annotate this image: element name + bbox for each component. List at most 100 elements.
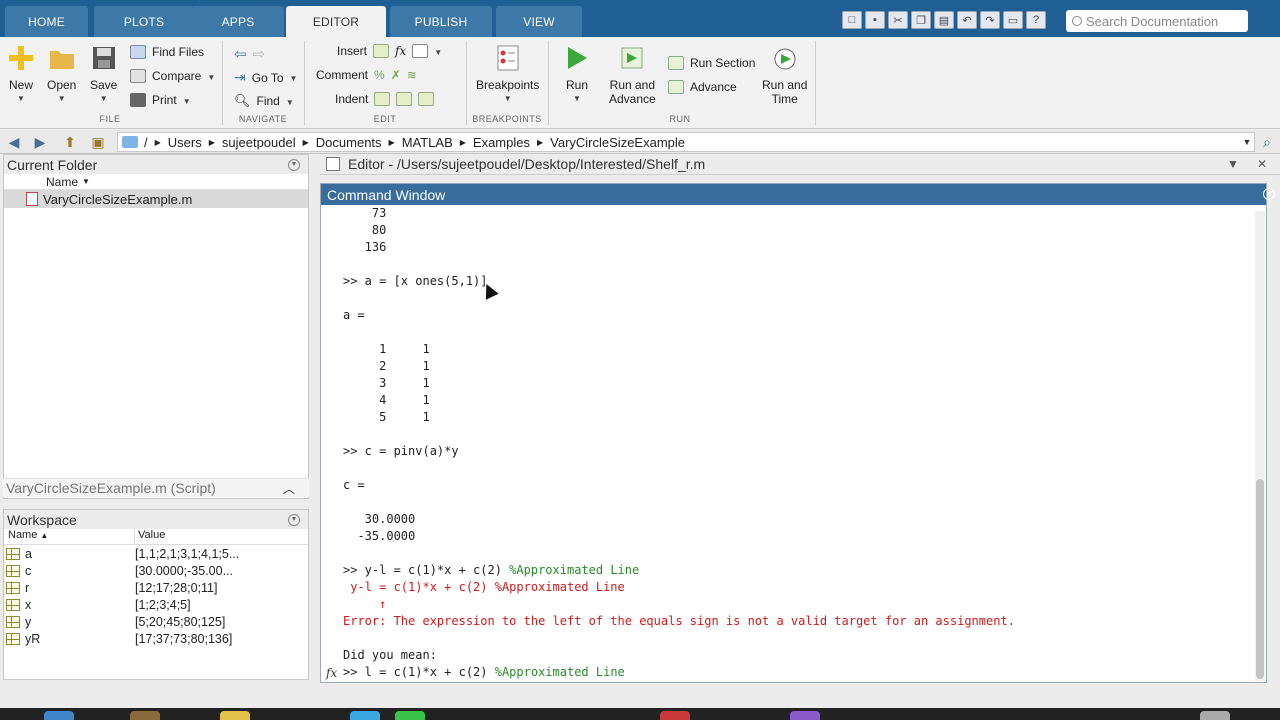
- path-segment-examples[interactable]: Examples: [473, 135, 530, 150]
- breakpoints-button[interactable]: Breakpoints ▼: [476, 45, 539, 103]
- new-button[interactable]: New ▼: [8, 45, 34, 103]
- workspace-name-column[interactable]: Name ▲: [4, 529, 135, 544]
- comment-button[interactable]: Comment % ✗ ≋: [316, 68, 417, 82]
- ribbon-divider: [548, 41, 549, 125]
- insert-button[interactable]: Insert fx ▼: [337, 44, 442, 58]
- path-segment-current[interactable]: VaryCircleSizeExample: [550, 135, 685, 150]
- back-forward-buttons[interactable]: ⇦ ⇨: [234, 45, 265, 63]
- dock-app-icon[interactable]: [220, 711, 250, 720]
- variable-icon: [6, 581, 20, 594]
- quick-access-toolbar: □ ▪ ✂ ❐ ▤ ↶ ↷ ▭ ?: [842, 11, 1046, 31]
- panel-options-icon[interactable]: ▼: [288, 513, 300, 526]
- chevron-up-icon[interactable]: ︿: [283, 480, 295, 497]
- back-arrow-icon[interactable]: ◀: [6, 134, 22, 150]
- up-folder-icon[interactable]: ⬆: [62, 134, 78, 150]
- run-and-advance-button[interactable]: Run and Advance: [609, 45, 656, 106]
- dock-app-icon[interactable]: [395, 711, 425, 720]
- dock-app-icon[interactable]: [350, 711, 380, 720]
- browse-folder-icon[interactable]: ▣: [90, 134, 106, 150]
- path-field[interactable]: / ▶ Users ▶ sujeetpoudel ▶ Documents ▶ M…: [117, 132, 1255, 152]
- find-button[interactable]: 🔍︎ Find ▼: [234, 93, 294, 109]
- save-label: Save: [90, 78, 118, 92]
- new-file-icon[interactable]: □: [842, 11, 862, 29]
- path-segment-user[interactable]: sujeetpoudel: [222, 135, 296, 150]
- table-row[interactable]: x [1;2;3;4;5]: [4, 596, 308, 613]
- switch-windows-icon[interactable]: ▭: [1003, 11, 1023, 29]
- find-files-button[interactable]: Find Files: [130, 45, 204, 59]
- comment-percent-icon[interactable]: %: [374, 68, 385, 82]
- scrollbar-thumb[interactable]: [1256, 479, 1264, 679]
- variable-name: c: [25, 563, 32, 578]
- forward-arrow-icon[interactable]: ▶: [32, 134, 48, 150]
- tab-view[interactable]: VIEW: [496, 6, 582, 37]
- back-arrow-icon[interactable]: ⇦: [234, 45, 247, 63]
- file-details-bar[interactable]: VaryCircleSizeExample.m (Script) ︿: [3, 478, 309, 497]
- insert-block-icon[interactable]: [412, 44, 429, 58]
- dock-app-icon[interactable]: [44, 711, 74, 720]
- decrease-indent-icon[interactable]: [418, 92, 435, 106]
- table-row[interactable]: y [5;20;45;80;125]: [4, 613, 308, 630]
- tab-plots[interactable]: PLOTS: [94, 6, 194, 37]
- path-segment-documents[interactable]: Documents: [316, 135, 382, 150]
- table-row[interactable]: a [1,1;2,1;3,1;4,1;5...: [4, 545, 308, 562]
- tab-apps[interactable]: APPS: [192, 6, 284, 37]
- paste-icon[interactable]: ▤: [934, 11, 954, 29]
- variable-name: r: [25, 580, 30, 595]
- dock-app-icon[interactable]: [130, 711, 160, 720]
- path-segment-users[interactable]: Users: [168, 135, 202, 150]
- list-item[interactable]: VaryCircleSizeExample.m: [4, 190, 308, 208]
- compare-button[interactable]: Compare ▼: [130, 69, 215, 83]
- smart-indent-icon[interactable]: [374, 92, 391, 106]
- path-root[interactable]: /: [144, 135, 148, 150]
- go-to-button[interactable]: ⇥ Go To ▼: [234, 69, 297, 86]
- path-segment-matlab[interactable]: MATLAB: [402, 135, 453, 150]
- table-row[interactable]: c [30.0000;-35.00...: [4, 562, 308, 579]
- uncomment-icon[interactable]: ✗: [391, 68, 401, 82]
- help-icon[interactable]: ?: [1026, 11, 1046, 29]
- cut-icon[interactable]: ✂: [888, 11, 908, 29]
- copy-icon[interactable]: ❐: [911, 11, 931, 29]
- run-and-time-label-2: Time: [771, 92, 798, 106]
- run-button[interactable]: Run ▼: [564, 45, 590, 103]
- tab-home[interactable]: HOME: [5, 6, 88, 37]
- panel-options-icon[interactable]: ▼: [1263, 188, 1275, 200]
- increase-indent-icon[interactable]: [396, 92, 413, 106]
- command-text: c =: [343, 478, 365, 492]
- panel-options-icon[interactable]: ▼: [288, 158, 300, 171]
- name-column-header[interactable]: Name ▼: [4, 174, 308, 190]
- vertical-scrollbar[interactable]: [1255, 211, 1265, 681]
- tab-editor[interactable]: EDITOR: [286, 6, 386, 37]
- save-icon[interactable]: ▪: [865, 11, 885, 29]
- workspace-value-column[interactable]: Value: [135, 529, 165, 544]
- advance-button[interactable]: Advance: [668, 80, 737, 94]
- editor-title-bar[interactable]: Editor - /Users/sujeetpoudel/Desktop/Int…: [320, 154, 1280, 175]
- insert-function-icon[interactable]: fx: [395, 44, 406, 58]
- run-and-time-button[interactable]: Run and Time: [762, 45, 807, 106]
- forward-arrow-icon[interactable]: ⇨: [253, 45, 266, 63]
- wrap-comment-icon[interactable]: ≋: [407, 68, 417, 82]
- table-row[interactable]: yR [17;37;73;80;136]: [4, 630, 308, 647]
- search-folder-icon[interactable]: ⌕: [1259, 134, 1275, 150]
- run-section-button[interactable]: Run Section: [668, 56, 755, 70]
- undo-icon[interactable]: ↶: [957, 11, 977, 29]
- tab-publish[interactable]: PUBLISH: [390, 6, 492, 37]
- command-window[interactable]: Command Window ▼ 73 80 136 >> a = [x ones…: [320, 183, 1275, 683]
- redo-icon[interactable]: ↷: [980, 11, 1000, 29]
- command-text: >> l = c(1)*x + c(2): [343, 665, 495, 679]
- path-dropdown-icon[interactable]: ▼: [1239, 134, 1255, 150]
- go-to-icon: ⇥: [234, 69, 246, 85]
- command-line: 4 1: [343, 392, 1015, 409]
- dock-app-icon[interactable]: [660, 711, 690, 720]
- function-browser-icon[interactable]: fx: [326, 666, 337, 680]
- close-icon[interactable]: ✕: [1257, 157, 1267, 171]
- dock-app-icon[interactable]: [790, 711, 820, 720]
- insert-section-icon[interactable]: [373, 44, 390, 58]
- search-documentation-input[interactable]: Search Documentation: [1066, 10, 1248, 32]
- table-row[interactable]: r [12;17;28;0;11]: [4, 579, 308, 596]
- open-button[interactable]: Open ▼: [47, 45, 76, 103]
- save-button[interactable]: Save ▼: [90, 45, 117, 103]
- indent-button[interactable]: Indent: [335, 92, 435, 106]
- editor-options-icon[interactable]: ▼: [1227, 157, 1239, 171]
- dock-app-icon[interactable]: [1200, 711, 1230, 720]
- print-button[interactable]: Print ▼: [130, 93, 191, 107]
